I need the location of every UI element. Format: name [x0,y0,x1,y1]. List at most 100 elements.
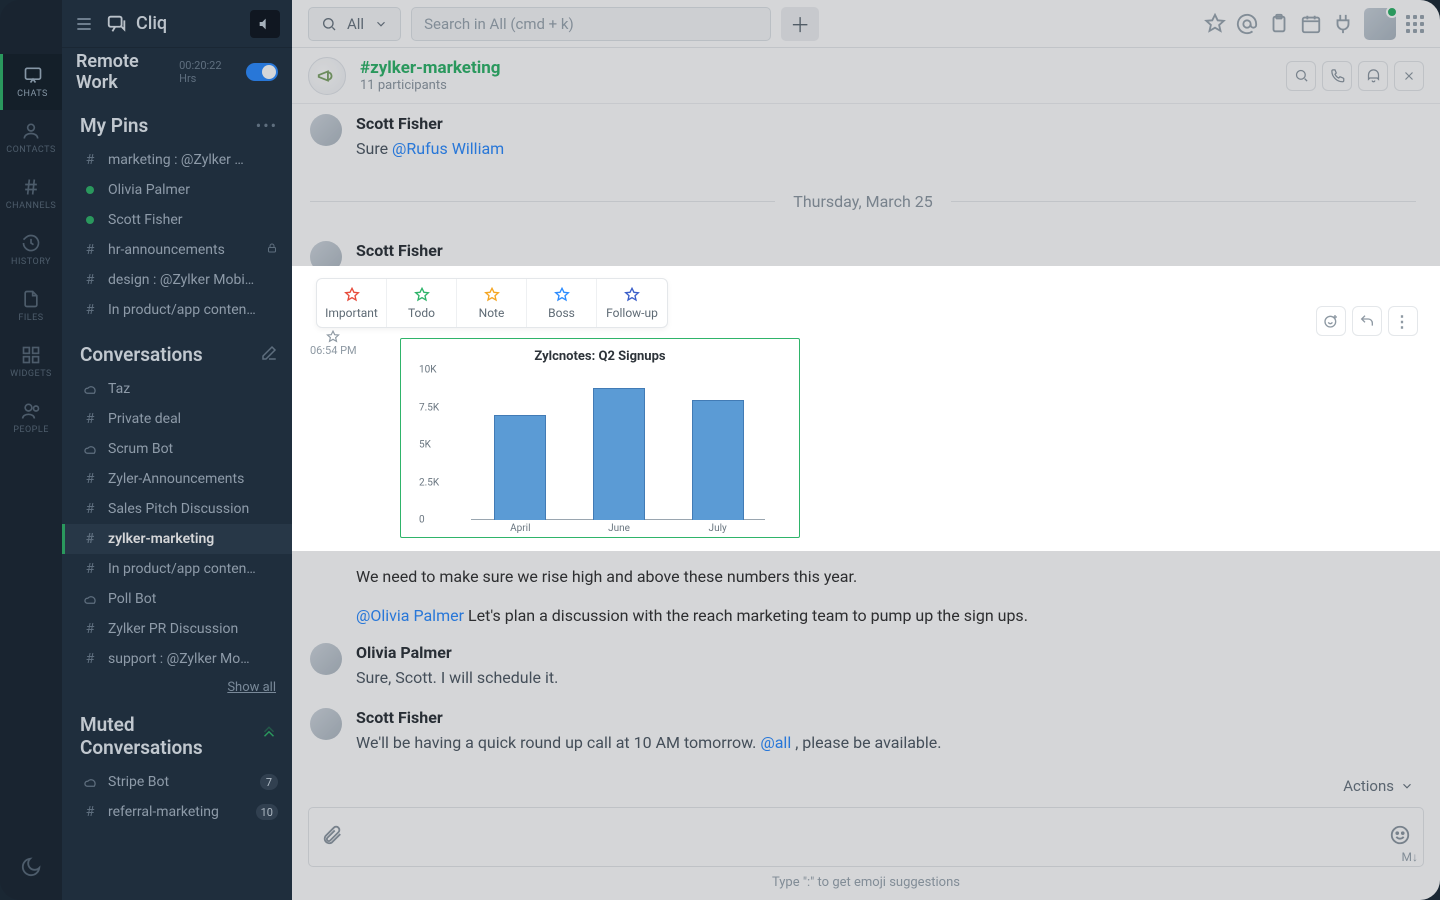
date-divider: Thursday, March 25 [310,192,1416,211]
channel-meta: 11 participants [360,78,500,93]
cliq-logo-icon [106,13,128,35]
avatar [310,114,342,146]
channel-call-button[interactable] [1322,61,1352,91]
muted-list: Stripe Bot7#referral-marketing10 [62,767,292,827]
star-icon [554,287,570,303]
calendar-icon[interactable] [1300,13,1322,35]
apps-grid-icon[interactable] [1406,15,1424,33]
mention[interactable]: @Rufus William [392,139,504,158]
star-todo[interactable]: Todo [387,279,457,327]
sidebar-item[interactable]: #In product/app conten… [62,554,292,584]
muted-collapse[interactable] [260,725,278,747]
message: Olivia Palmer Sure, Scott. I will schedu… [310,643,1416,691]
sidebar-item[interactable]: Scott Fisher [62,205,292,235]
megaphone-icon [316,65,338,87]
message-text: @Olivia Palmer Let's plan a discussion w… [356,606,1416,625]
chart-attachment[interactable]: Zylcnotes: Q2 Signups 02.5K5K7.5K10KApri… [400,338,800,538]
author: Scott Fisher [356,114,1416,133]
hamburger-icon[interactable] [74,14,94,34]
sidebar-item[interactable]: #referral-marketing10 [62,797,292,827]
star-outline-icon[interactable] [326,330,340,344]
clipboard-icon[interactable] [1268,13,1290,35]
chart-bar [593,388,645,520]
search-scope[interactable]: All [308,7,401,41]
star-icon [344,287,360,303]
sidebar-item[interactable]: #In product/app conten… [62,295,292,325]
rail-widgets[interactable]: WIDGETS [0,334,62,390]
theme-toggle[interactable] [20,856,42,882]
convs-list: Taz#Private dealScrum Bot#Zyler-Announce… [62,374,292,674]
sidebar-item[interactable]: #marketing : @Zylker … [62,145,292,175]
chevron-down-icon [374,17,388,31]
message: Scott Fisher Sure @Rufus William [310,114,1416,162]
sidebar-item[interactable]: #Sales Pitch Discussion [62,494,292,524]
rail-files[interactable]: FILES [0,278,62,334]
sidebar-item[interactable]: #design : @Zylker Mobi… [62,265,292,295]
search-input[interactable]: Search in All (cmd + k) [411,7,771,41]
star-category-strip: Important Todo Note Boss Follow-up [316,278,668,328]
sidebar-item[interactable]: #Zyler-Announcements [62,464,292,494]
attach-button[interactable] [321,824,343,850]
sidebar-item[interactable]: #Zylker PR Discussion [62,614,292,644]
sidebar-item[interactable]: Scrum Bot [62,434,292,464]
star-followup[interactable]: Follow-up [597,279,667,327]
rail-chats[interactable]: CHATS [0,54,62,110]
star-important[interactable]: Important [317,279,387,327]
star-boss[interactable]: Boss [527,279,597,327]
message-actions-menu[interactable]: Actions [292,773,1440,799]
rail-contacts[interactable]: CONTACTS [0,110,62,166]
channel-close-button[interactable] [1394,61,1424,91]
more-button[interactable]: ⋮ [1388,306,1418,336]
sidebar-item[interactable]: Taz [62,374,292,404]
reply-button[interactable] [1352,306,1382,336]
sidebar-item[interactable]: Olivia Palmer [62,175,292,205]
chart-bar [692,400,744,520]
topbar: All Search in All (cmd + k) ＋ [292,0,1440,48]
remote-toggle[interactable] [246,63,278,81]
history-icon [21,233,41,253]
react-button[interactable] [1316,306,1346,336]
message-text: We'll be having a quick round up call at… [356,731,1416,756]
sidebar-item[interactable]: #hr-announcements [62,235,292,265]
star-icon [484,287,500,303]
smile-plus-icon [1323,313,1339,329]
speaker-button[interactable] [250,10,280,38]
plug-icon[interactable] [1332,13,1354,35]
sidebar-item[interactable]: Poll Bot [62,584,292,614]
markdown-indicator[interactable]: M↓ [1402,850,1418,864]
star-nav-icon[interactable] [1204,13,1226,35]
convs-add[interactable] [260,344,278,366]
rail-history[interactable]: HISTORY [0,222,62,278]
channel-name[interactable]: #zylker-marketing [360,58,500,78]
rail-people[interactable]: PEOPLE [0,390,62,446]
mention[interactable]: @Olivia Palmer [356,606,464,625]
emoji-button[interactable] [1389,824,1411,850]
new-button[interactable]: ＋ [781,7,819,41]
mentions-icon[interactable] [1236,13,1258,35]
file-icon [21,289,41,309]
message: Scott Fisher We'll be having a quick rou… [310,708,1416,756]
composer-hint: Type ":" to get emoji suggestions [292,869,1440,900]
sidebar-item[interactable]: #zylker-marketing [62,524,292,554]
message-text: Sure @Rufus William [356,137,1416,162]
sidebar-item[interactable]: #Private deal [62,404,292,434]
sidebar-item[interactable]: Stripe Bot7 [62,767,292,797]
user-avatar[interactable] [1364,8,1396,40]
composer[interactable] [308,807,1424,867]
channel-header: #zylker-marketing 11 participants [292,48,1440,104]
remote-work-bar: Remote Work 00:20:22 Hrs [62,48,292,96]
star-icon [414,287,430,303]
author: Scott Fisher [356,708,1416,727]
sidebar-item[interactable]: #support : @Zylker Mo… [62,644,292,674]
author: Scott Fisher [356,241,1416,260]
show-all-link[interactable]: Show all [62,674,292,695]
avatar [310,708,342,740]
channel-notify-button[interactable] [1358,61,1388,91]
rail-channels[interactable]: CHANNELS [0,166,62,222]
smile-icon [1389,824,1411,846]
channel-search-button[interactable] [1286,61,1316,91]
mention[interactable]: @all [760,733,791,752]
pins-more[interactable]: ••• [256,116,278,135]
star-note[interactable]: Note [457,279,527,327]
dots-icon: ⋮ [1394,312,1412,331]
